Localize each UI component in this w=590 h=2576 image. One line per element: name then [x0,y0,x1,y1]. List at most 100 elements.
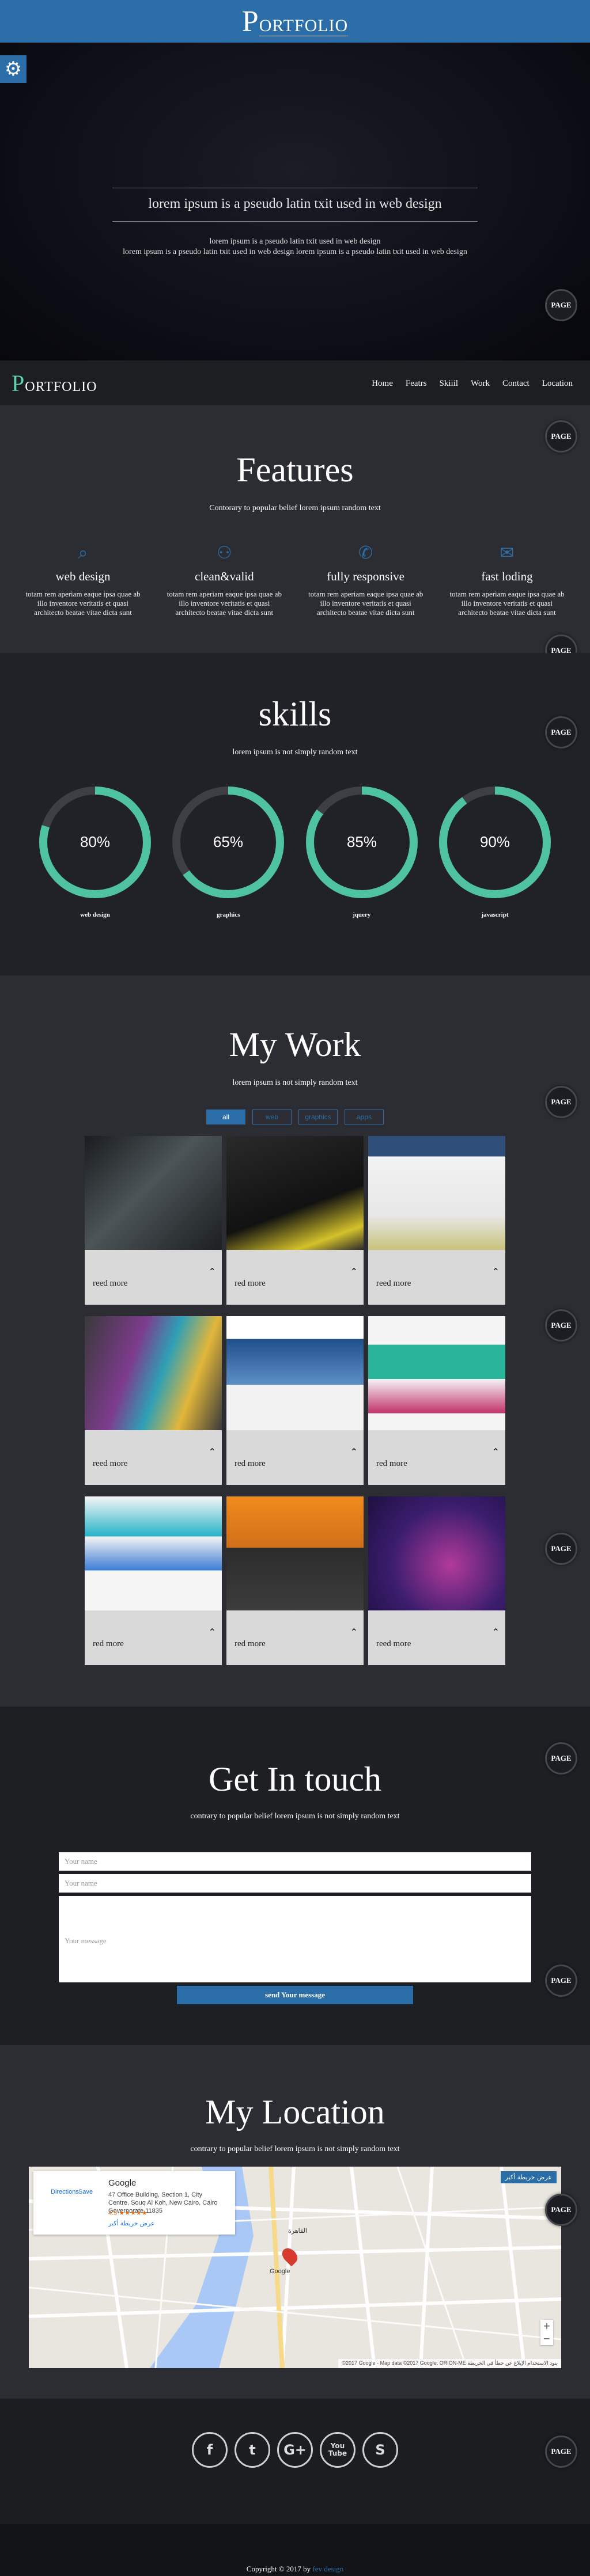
read-more-link[interactable]: reed more [376,1639,411,1649]
work-card[interactable]: ⌃ reed more [368,1136,505,1305]
page-button[interactable]: PAGE [545,2194,577,2226]
filter-graphics[interactable]: graphics [298,1110,338,1124]
gear-icon[interactable]: ⚙ [0,55,27,83]
work-thumbnail [226,1316,364,1430]
nav-contact[interactable]: Contact [502,379,530,389]
footer-link[interactable]: fev design [312,2564,343,2573]
read-more-link[interactable]: red more [235,1639,266,1649]
larger-map-button[interactable]: عرض خريطة أكبر [500,2171,557,2183]
chevron-up-icon[interactable]: ⌃ [492,1446,500,1457]
logo-text: ORTFOLIO [259,16,349,36]
features-title: Features [236,451,354,489]
nav-logo[interactable]: P ORTFOLIO [12,370,97,397]
skype-icon[interactable]: S [362,2432,398,2468]
map-place-card: Directions Save Google 47 Office Buildin… [33,2171,235,2235]
page-button[interactable]: PAGE [545,420,577,453]
email-field[interactable]: Your name [59,1874,531,1893]
skill-percent: 85% [347,833,377,850]
work-thumbnail [368,1496,505,1610]
work-card[interactable]: ⌃ red more [226,1496,364,1665]
social-icons: f t G+ You Tube S [0,2399,590,2468]
zoom-in-icon[interactable]: + [540,2320,553,2332]
skill-label: javascript [481,911,509,918]
work-thumbnail [226,1496,364,1610]
work-card[interactable]: ⌃ reed more [85,1316,222,1485]
map-label-google: Google [270,2268,290,2275]
work-thumbnail [226,1136,364,1250]
page-button[interactable]: PAGE [545,2436,577,2468]
facebook-icon[interactable]: f [192,2432,228,2468]
work-card[interactable]: ⌃ red more [226,1136,364,1305]
read-more-link[interactable]: reed more [93,1279,127,1289]
nav-home[interactable]: Home [372,379,393,389]
read-more-link[interactable]: red more [235,1279,266,1289]
nav-work[interactable]: Work [471,379,490,389]
page-button[interactable]: PAGE [545,1086,577,1118]
directions-link[interactable]: Directions [51,2189,79,2195]
read-more-link[interactable]: red more [376,1459,407,1469]
feature-item: ✆ fully responsive totam rem aperiam eaq… [308,543,423,617]
feature-desc: totam rem aperiam eaque ipsa quae ab ill… [308,590,423,617]
logo[interactable]: P ORTFOLIO [242,5,349,39]
skill-item: 80% web design [37,785,153,918]
page-button[interactable]: PAGE [545,289,577,321]
work-card[interactable]: ⌃ red more [368,1316,505,1485]
larger-map-link[interactable]: عرض خريطة أكبر [108,2220,155,2227]
filter-apps[interactable]: apps [345,1110,384,1124]
work-grid: ⌃ reed more ⌃ red more ⌃ reed more ⌃ ree… [85,1136,505,1665]
chevron-up-icon[interactable]: ⌃ [209,1446,216,1457]
page-button[interactable]: PAGE [545,716,577,749]
chevron-up-icon[interactable]: ⌃ [350,1627,358,1637]
work-card[interactable]: ⌃ reed more [85,1136,222,1305]
skills-list: 80% web design 65% graphics 85% jquery 9… [0,785,590,918]
page-button[interactable]: PAGE [545,1309,577,1342]
chevron-up-icon[interactable]: ⌃ [350,1446,358,1457]
feature-desc: totam rem aperiam eaque ipsa quae ab ill… [167,590,282,617]
filter-web[interactable]: web [252,1110,292,1124]
nav-location[interactable]: Location [542,379,573,389]
chevron-up-icon[interactable]: ⌃ [350,1266,358,1277]
nav-features[interactable]: Featrs [406,379,427,389]
youtube-icon[interactable]: You Tube [320,2432,355,2468]
work-card[interactable]: ⌃ reed more [368,1496,505,1665]
hero-subtitle: lorem ipsum is a pseudo latin txit used … [209,237,381,246]
copyright-text: Copyright © 2017 by [246,2564,313,2573]
chevron-up-icon[interactable]: ⌃ [209,1627,216,1637]
chevron-up-icon[interactable]: ⌃ [209,1266,216,1277]
feature-title: fully responsive [327,569,405,583]
chevron-up-icon[interactable]: ⌃ [492,1627,500,1637]
zoom-out-icon[interactable]: − [540,2332,553,2345]
read-more-link[interactable]: red more [235,1459,266,1469]
filter-all[interactable]: all [206,1110,245,1124]
skill-progress-ring: 80% [39,787,151,898]
twitter-icon[interactable]: t [235,2432,270,2468]
map[interactable]: Directions Save Google 47 Office Buildin… [29,2167,561,2368]
skill-item: 90% javascript [437,785,553,918]
features-section: PAGE Features Contorary to popular belie… [0,405,590,667]
save-link[interactable]: Save [78,2189,93,2195]
skill-progress-ring: 85% [305,787,418,898]
work-card[interactable]: ⌃ red more [85,1496,222,1665]
page-button[interactable]: PAGE [545,1742,577,1775]
place-name: Google [108,2178,137,2188]
nav-skills[interactable]: Skiiil [440,379,459,389]
work-card[interactable]: ⌃ red more [226,1316,364,1485]
google-plus-icon[interactable]: G+ [277,2432,313,2468]
page-button[interactable]: PAGE [545,1533,577,1565]
skill-percent: 90% [480,833,510,850]
read-more-link[interactable]: reed more [376,1279,411,1289]
chevron-up-icon[interactable]: ⌃ [492,1266,500,1277]
read-more-link[interactable]: red more [93,1639,124,1649]
name-field[interactable]: Your name [59,1852,531,1871]
send-button[interactable]: send Your message [177,1986,413,2004]
hero-section: ⚙ lorem ipsum is a pseudo latin txit use… [0,43,590,360]
skill-progress-ring: 65% [172,787,285,898]
location-lead: contrary to popular belief lorem ipsum i… [190,2145,400,2153]
page-button[interactable]: PAGE [545,1965,577,1997]
message-field[interactable]: Your message [59,1896,531,1982]
hero-divider-bottom [112,221,478,222]
read-more-link[interactable]: reed more [93,1459,127,1469]
zoom-controls[interactable]: + − [540,2320,553,2345]
navbar: P ORTFOLIO Home Featrs Skiiil Work Conta… [0,360,590,405]
feature-desc: totam rem aperiam eaque ipsa quae ab ill… [25,590,141,617]
